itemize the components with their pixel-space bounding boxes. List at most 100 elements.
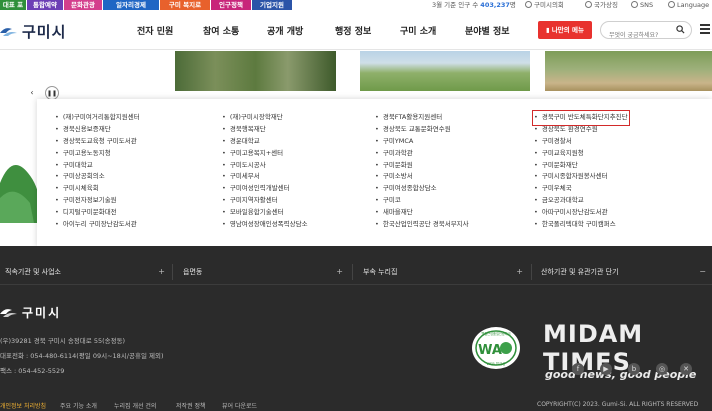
- related-site-link[interactable]: 경북신용보증재단: [55, 124, 140, 136]
- related-site-link[interactable]: 구미코: [375, 195, 469, 207]
- related-site-link[interactable]: 모바일융합기술센터: [222, 207, 308, 219]
- related-site-link[interactable]: 한국산업인력공단 경북서부지사: [375, 219, 469, 231]
- logo-text: 구미시: [22, 22, 67, 41]
- related-site-link[interactable]: 구미교육지원청: [534, 148, 628, 160]
- x-icon[interactable]: ✕: [680, 363, 692, 375]
- related-site-link[interactable]: 아이누리 구미장난감도서관: [55, 219, 140, 231]
- gumi-logo-icon: [0, 309, 17, 317]
- search-input[interactable]: [601, 27, 673, 44]
- instagram-icon[interactable]: ◎: [656, 363, 668, 375]
- features-link[interactable]: 주요 기능 소개: [60, 401, 97, 410]
- footer-tab-affiliated-agencies[interactable]: 직속기관 및 사업소 +: [5, 259, 165, 285]
- related-site-link[interactable]: 경북행복재단: [222, 124, 308, 136]
- banner-photo-mountain[interactable]: [175, 51, 336, 91]
- related-site-link[interactable]: (재)구미시장학재단: [222, 112, 308, 124]
- related-site-link[interactable]: 구미지역자활센터: [222, 195, 308, 207]
- site-footer: 직속기관 및 사업소 + 읍면동 + 부속 누리집 + 산하기관 및 유관기관 단기 −…: [0, 246, 712, 411]
- pause-icon[interactable]: ❚❚: [45, 86, 59, 100]
- footer-contact-info: (우)39281 경북 구미시 송정대로 55(송정동) 대표전화 : 054-…: [0, 334, 164, 379]
- footer-tabs: 직속기관 및 사업소 + 읍면동 + 부속 누리집 + 산하기관 및 유관기관 단기 −: [0, 259, 712, 285]
- council-link[interactable]: 구미시의회: [525, 0, 564, 11]
- related-site-link[interactable]: 디지털구미문화대전: [55, 207, 140, 219]
- related-site-link[interactable]: (재)구미여거리통합지원센터: [55, 112, 140, 124]
- quick-link-culture-tourism[interactable]: 문화관광: [64, 0, 102, 10]
- related-site-link[interactable]: 구미문화재단: [534, 160, 628, 172]
- related-sites-panel: (재)구미여거리통합지원센터 경북신용보증재단 경상북도교육청 구미도서관 구미…: [37, 99, 712, 247]
- footer-tab-divider: [352, 264, 353, 280]
- related-site-link[interactable]: 구미과학관: [375, 148, 469, 160]
- related-site-link[interactable]: 구미소방서: [375, 171, 469, 183]
- related-site-link[interactable]: 구미여성종합상담소: [375, 183, 469, 195]
- related-site-link[interactable]: 구미상공회의소: [55, 171, 140, 183]
- related-site-link[interactable]: 구미시체육회: [55, 183, 140, 195]
- footer-tab-divider: [172, 264, 173, 280]
- copyright-policy-link[interactable]: 저작권 정책: [176, 401, 206, 410]
- related-site-link[interactable]: 구미고용복지+센터: [222, 148, 308, 160]
- my-menu-label: 나만의 메뉴: [551, 26, 584, 34]
- emblem-wa-text: WA: [478, 343, 502, 358]
- footer-tab-related-agencies[interactable]: 산하기관 및 유관기관 단기 −: [541, 259, 706, 285]
- bookmark-icon: ▮: [545, 26, 550, 34]
- quick-link-business-support[interactable]: 기업지원: [252, 0, 292, 10]
- banner-photo-field[interactable]: [545, 51, 712, 91]
- related-site-link[interactable]: 경북FTA활용지원센터: [375, 112, 469, 124]
- related-site-link[interactable]: 아따구미시장난감도서관: [534, 207, 628, 219]
- quick-link-jobs-economy[interactable]: 일자리경제: [103, 0, 159, 10]
- related-site-link[interactable]: 경상북도교육청 구미도서관: [55, 136, 140, 148]
- footer-tab-towns[interactable]: 읍면동 +: [183, 259, 343, 285]
- related-site-link[interactable]: 구미문화원: [375, 160, 469, 172]
- emblem-bottom-text: WEB 접근성: [487, 361, 506, 366]
- population-label: 3월 기준 인구 수: [432, 1, 479, 9]
- nav-open-data[interactable]: 공개 개방: [267, 24, 303, 37]
- related-site-link[interactable]: 구미대학교: [55, 160, 140, 172]
- quick-link-population-policy[interactable]: 인구정책: [211, 0, 251, 10]
- related-site-link[interactable]: 경상북도 교통문화연수원: [375, 124, 469, 136]
- privacy-policy-link[interactable]: 개인정보 처리방침: [0, 401, 46, 410]
- related-site-link[interactable]: 구미전자정보기술원: [55, 195, 140, 207]
- quick-link-welfare[interactable]: 구미 복지로: [160, 0, 210, 10]
- sns-link[interactable]: SNS: [631, 0, 653, 11]
- related-site-link[interactable]: 구미도시공사: [222, 160, 308, 172]
- my-menu-button[interactable]: ▮ 나만의 메뉴: [538, 21, 592, 39]
- site-logo[interactable]: 구미시: [0, 20, 66, 42]
- nav-e-civil[interactable]: 전자 민원: [137, 24, 173, 37]
- related-site-link[interactable]: 구미세무서: [222, 171, 308, 183]
- viewer-download-link[interactable]: 뷰어 다운로드: [222, 401, 257, 410]
- related-site-link[interactable]: 경상북도 환경연수원: [534, 124, 628, 136]
- related-site-link[interactable]: 구미경찰서: [534, 136, 628, 148]
- footer-tab-sub-sites[interactable]: 부속 누리집 +: [363, 259, 523, 285]
- youtube-icon[interactable]: ▶: [600, 363, 612, 375]
- related-site-link[interactable]: 구미시종합자원봉사센터: [534, 171, 628, 183]
- watermark: MIDAM TIMES good news, good people: [543, 320, 708, 400]
- menu-icon[interactable]: [700, 24, 710, 34]
- suggestion-link[interactable]: 누리집 개선 건의: [114, 401, 156, 410]
- language-link[interactable]: Language: [668, 0, 709, 11]
- related-site-link[interactable]: 구미여성인력개발센터: [222, 183, 308, 195]
- quick-link-reservation[interactable]: 통합예약: [27, 0, 63, 10]
- blog-icon[interactable]: b: [628, 363, 640, 375]
- related-site-link[interactable]: 경운대학교: [222, 136, 308, 148]
- related-site-link[interactable]: 구미우체국: [534, 183, 628, 195]
- hill-illustration: [0, 165, 40, 223]
- related-site-link-highlighted[interactable]: 경북구미 반도체특화단지추진단: [532, 110, 630, 126]
- related-site-link[interactable]: 한국폴리텍대학 구미캠퍼스: [534, 219, 628, 231]
- nav-admin-info[interactable]: 행정 정보: [335, 24, 371, 37]
- related-site-link[interactable]: 금오공과대학교: [534, 195, 628, 207]
- quick-link-portal[interactable]: 대표 포털: [0, 0, 26, 19]
- related-site-link[interactable]: 새마을재단: [375, 207, 469, 219]
- footer-phone: 대표전화 : 054-480-6114(평일 09시~18시/공휴일 제외): [0, 352, 164, 360]
- banner-photo-park[interactable]: [360, 51, 530, 91]
- watermark-slogan: good news, good people: [545, 368, 697, 381]
- search-icon[interactable]: [676, 25, 685, 34]
- footer-tab-divider: [531, 264, 532, 280]
- nav-field-info[interactable]: 분야별 정보: [465, 24, 510, 37]
- prev-arrow-icon[interactable]: ‹: [25, 86, 39, 100]
- council-icon: [525, 1, 532, 8]
- related-site-link[interactable]: 영남여성장애인성폭력상담소: [222, 219, 308, 231]
- nav-participation[interactable]: 참여 소통: [203, 24, 239, 37]
- related-site-link[interactable]: 구미YMCA: [375, 136, 469, 148]
- related-site-link[interactable]: 구미고용노동지청: [55, 148, 140, 160]
- facebook-icon[interactable]: f: [572, 363, 584, 375]
- national-symbol-link[interactable]: 국가상징: [585, 0, 618, 11]
- nav-about-gumi[interactable]: 구미 소개: [400, 24, 436, 37]
